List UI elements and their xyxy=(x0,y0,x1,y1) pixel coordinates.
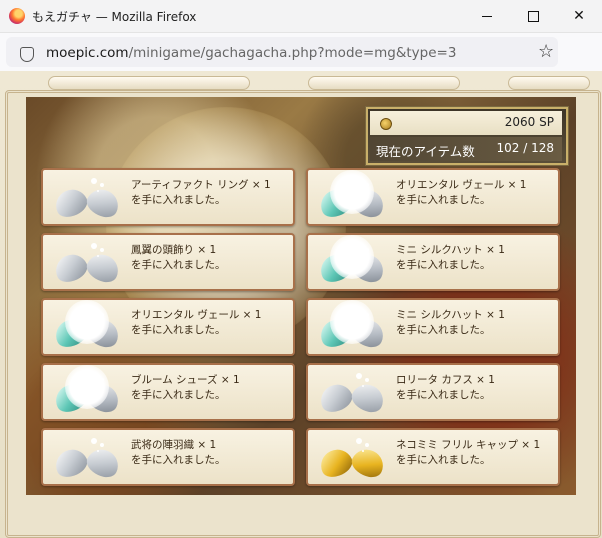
result-card: ブルーム シューズ × 1 を手に入れました。 xyxy=(41,363,295,421)
capsule-icon xyxy=(316,300,388,352)
result-suffix: を手に入れました。 xyxy=(396,259,491,271)
glowing-orb-icon xyxy=(65,365,109,409)
result-card: ネコミミ フリル キャップ × 1 を手に入れました。 xyxy=(306,428,560,486)
result-item-name: オリエンタル ヴェール × 1 xyxy=(396,179,527,191)
capsule-right-half xyxy=(83,184,123,222)
result-suffix: を手に入れました。 xyxy=(131,454,226,466)
capsule-icon xyxy=(51,243,123,287)
capsule-left-half xyxy=(316,379,356,417)
capsule-icon xyxy=(316,170,388,222)
result-item-name: ミニ シルクハット × 1 xyxy=(396,309,505,321)
result-suffix: を手に入れました。 xyxy=(131,194,226,206)
maximize-button[interactable] xyxy=(510,0,556,32)
result-item-name: ブルーム シューズ × 1 xyxy=(131,374,240,386)
capsule-left-half xyxy=(51,184,91,222)
capsule-left-half xyxy=(316,444,356,482)
capsule-icon xyxy=(51,178,123,222)
sparkle-icon xyxy=(91,243,97,249)
stock-label: 現在のアイテム数 xyxy=(376,144,475,159)
result-suffix: を手に入れました。 xyxy=(131,324,226,336)
close-icon: ✕ xyxy=(573,8,585,24)
capsule-icon xyxy=(316,373,388,417)
capsule-icon xyxy=(51,365,123,417)
top-ornament xyxy=(8,76,594,90)
glowing-orb-icon xyxy=(330,170,374,214)
sparkle-icon xyxy=(356,373,362,379)
sparkle-icon xyxy=(91,438,97,444)
sp-row: 2060 SP xyxy=(370,111,562,135)
result-card: オリエンタル ヴェール × 1 を手に入れました。 xyxy=(306,168,560,226)
result-item-name: アーティファクト リング × 1 xyxy=(131,179,271,191)
result-item-name: 鳳翼の頭飾り × 1 xyxy=(131,244,217,256)
capsule-icon xyxy=(316,235,388,287)
result-card: 武将の陣羽織 × 1 を手に入れました。 xyxy=(41,428,295,486)
url-host: moepic.com xyxy=(46,45,129,61)
result-item-name: 武将の陣羽織 × 1 xyxy=(131,439,217,451)
url-text[interactable]: moepic.com/minigame/gachagacha.php?mode=… xyxy=(46,45,456,61)
navigation-toolbar: moepic.com/minigame/gachagacha.php?mode=… xyxy=(0,33,602,88)
result-suffix: を手に入れました。 xyxy=(396,454,491,466)
ornament-bar xyxy=(48,76,250,90)
stock-value: 102 / 128 xyxy=(496,141,554,155)
result-suffix: を手に入れました。 xyxy=(396,324,491,336)
ornament-bar xyxy=(308,76,460,90)
result-card: 鳳翼の頭飾り × 1 を手に入れました。 xyxy=(41,233,295,291)
capsule-icon xyxy=(51,300,123,352)
glowing-orb-icon xyxy=(65,300,109,344)
result-card: ミニ シルクハット × 1 を手に入れました。 xyxy=(306,298,560,356)
url-path: /minigame/gachagacha.php?mode=mg&type=3 xyxy=(128,45,457,61)
result-suffix: を手に入れました。 xyxy=(396,194,491,206)
capsule-icon xyxy=(316,438,388,482)
close-window-button[interactable]: ✕ xyxy=(556,0,602,32)
capsule-left-half xyxy=(51,444,91,482)
glowing-orb-icon xyxy=(330,235,374,279)
result-item-name: ネコミミ フリル キャップ × 1 xyxy=(396,439,541,451)
site-security-shield-icon[interactable] xyxy=(20,47,34,62)
result-card: アーティファクト リング × 1 を手に入れました。 xyxy=(41,168,295,226)
result-suffix: を手に入れました。 xyxy=(131,389,226,401)
sp-balance: 2060 SP xyxy=(504,115,554,129)
capsule-right-half xyxy=(348,444,388,482)
sparkle-icon xyxy=(91,178,97,184)
window-titlebar: もえガチャ — Mozilla Firefox ✕ xyxy=(0,0,602,33)
window-title: もえガチャ — Mozilla Firefox xyxy=(32,10,197,24)
result-suffix: を手に入れました。 xyxy=(131,259,226,271)
firefox-logo-icon xyxy=(9,8,25,24)
status-panel: 2060 SP 現在のアイテム数 102 / 128 xyxy=(366,107,568,165)
result-suffix: を手に入れました。 xyxy=(396,389,491,401)
sparkle-icon xyxy=(356,438,362,444)
result-item-name: オリエンタル ヴェール × 1 xyxy=(131,309,262,321)
glowing-orb-icon xyxy=(330,300,374,344)
capsule-left-half xyxy=(51,249,91,287)
result-item-name: ロリータ カフス × 1 xyxy=(396,374,495,386)
capsule-right-half xyxy=(348,379,388,417)
minimize-icon xyxy=(482,15,492,17)
minimize-button[interactable] xyxy=(464,0,510,32)
result-item-name: ミニ シルクハット × 1 xyxy=(396,244,505,256)
result-card: ロリータ カフス × 1 を手に入れました。 xyxy=(306,363,560,421)
bookmark-star-icon[interactable]: ☆ xyxy=(538,41,554,62)
maximize-icon xyxy=(527,10,539,22)
url-field[interactable]: moepic.com/minigame/gachagacha.php?mode=… xyxy=(6,37,558,67)
coin-icon xyxy=(380,118,392,130)
result-card: オリエンタル ヴェール × 1 を手に入れました。 xyxy=(41,298,295,356)
capsule-icon xyxy=(51,438,123,482)
capsule-right-half xyxy=(83,249,123,287)
capsule-right-half xyxy=(83,444,123,482)
stock-row: 現在のアイテム数 102 / 128 xyxy=(370,137,562,161)
result-card: ミニ シルクハット × 1 を手に入れました。 xyxy=(306,233,560,291)
ornament-bar xyxy=(508,76,590,90)
